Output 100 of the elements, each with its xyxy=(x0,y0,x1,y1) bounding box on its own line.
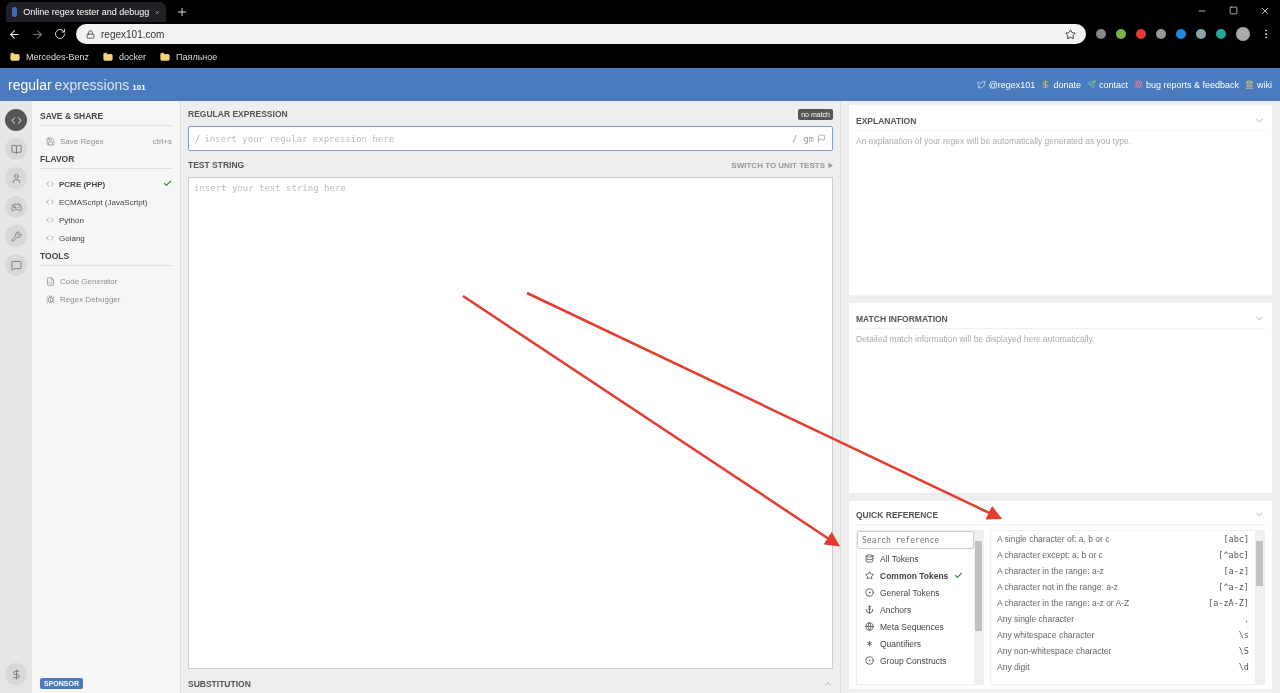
bank-icon[interactable] xyxy=(1245,80,1254,89)
token-description[interactable]: Any digit xyxy=(997,662,1030,672)
search-field[interactable]: Search reference xyxy=(857,531,974,549)
token-description[interactable]: A character in the range: a-z or A-Z xyxy=(997,598,1130,608)
browser-tab[interactable]: Online regex tester and debugg xyxy=(6,2,166,22)
code-icon xyxy=(46,198,54,206)
section-title: REGULAR EXPRESSION xyxy=(188,109,288,119)
token-description[interactable]: Any whitespace character xyxy=(997,630,1095,640)
category-item[interactable]: Anchors xyxy=(880,604,912,615)
bookmark[interactable]: docker xyxy=(119,52,147,62)
target-icon xyxy=(865,656,874,665)
globe-icon xyxy=(865,622,874,631)
category-item[interactable]: Meta Sequences xyxy=(880,621,944,632)
token-description[interactable]: Any non-whitespace character xyxy=(997,646,1112,656)
code-icon xyxy=(46,234,54,242)
address-bar[interactable]: regex101.com xyxy=(76,24,1086,44)
bird-icon[interactable] xyxy=(976,80,986,89)
flavor-item[interactable]: ECMAScript (JavaScript) xyxy=(59,197,148,207)
check-icon xyxy=(954,571,964,580)
chat-icon xyxy=(10,259,22,271)
token-description[interactable]: A single character of: a, b or c xyxy=(997,534,1110,544)
database-icon xyxy=(865,554,874,563)
bookmark-star-icon[interactable] xyxy=(1065,28,1076,40)
rail-button[interactable] xyxy=(5,109,27,131)
site-logo[interactable]: regular expressions 101 xyxy=(8,76,146,93)
star-icon xyxy=(865,571,874,580)
forward-icon[interactable] xyxy=(31,27,44,41)
category-item[interactable]: Group Constructs xyxy=(880,655,947,666)
card-title: MATCH INFORMATION xyxy=(856,313,948,324)
donate-button[interactable] xyxy=(5,663,27,685)
card-text: Detailed match information will be displayed here automatically. xyxy=(856,334,1096,344)
restore-icon[interactable] xyxy=(1229,6,1238,15)
section-title: SAVE & SHARE xyxy=(40,111,172,126)
token-code: \s xyxy=(1238,630,1249,640)
delimiter: / xyxy=(195,133,201,144)
url-text: regex101.com xyxy=(101,28,165,40)
token-code: [a-zA-Z] xyxy=(1208,598,1249,608)
token-description[interactable]: A character in the range: a-z xyxy=(997,566,1104,576)
token-code: . xyxy=(1243,614,1249,624)
card-title: QUICK REFERENCE xyxy=(856,509,939,520)
category-item[interactable]: All Tokens xyxy=(880,553,919,564)
token-description[interactable]: A character except: a, b or c xyxy=(997,550,1103,560)
bug-icon xyxy=(46,294,55,304)
folder-icon xyxy=(103,52,114,62)
paper-plane-icon[interactable] xyxy=(1086,80,1096,89)
close-icon[interactable] xyxy=(1260,6,1270,16)
token-code: [a-z] xyxy=(1223,566,1249,576)
flavor-item[interactable]: PCRE (PHP) xyxy=(59,179,106,189)
gamepad-icon xyxy=(10,201,22,213)
folder-icon xyxy=(10,52,20,62)
token-code: [^abc] xyxy=(1218,550,1249,560)
file-icon xyxy=(46,276,55,286)
rail-button[interactable] xyxy=(5,196,27,218)
folder-icon xyxy=(160,52,171,62)
favicon-icon xyxy=(12,7,18,17)
code-icon xyxy=(46,216,54,224)
token-code: \S xyxy=(1238,646,1249,656)
token-description[interactable]: A character not in the range: a-z xyxy=(997,582,1118,592)
token-description[interactable]: Any single character xyxy=(997,614,1074,624)
caret-icon xyxy=(828,162,833,168)
header-link[interactable]: contact xyxy=(1098,79,1128,90)
reload-icon[interactable] xyxy=(54,28,66,40)
regex-placeholder: insert your regular expression here xyxy=(204,133,395,144)
bookmark[interactable]: Паяльное xyxy=(176,52,218,62)
section-title: FLAVOR xyxy=(40,154,172,169)
header-link[interactable]: bug reports & feedback xyxy=(1145,79,1239,90)
asterisk-icon xyxy=(865,639,874,648)
section-title: TOOLS xyxy=(40,251,172,266)
new-tab-icon[interactable] xyxy=(176,6,188,18)
dollar-icon xyxy=(10,668,22,680)
anchor-icon xyxy=(865,605,874,614)
category-item[interactable]: General Tokens xyxy=(880,587,940,598)
rail-button[interactable] xyxy=(5,254,27,276)
header-link[interactable]: @regex101 xyxy=(988,79,1036,90)
user-icon xyxy=(10,172,22,184)
code-icon xyxy=(10,114,22,126)
code-icon xyxy=(46,180,54,188)
card-title: EXPLANATION xyxy=(856,115,917,126)
header-link[interactable]: wiki xyxy=(1257,79,1272,90)
save-icon xyxy=(46,136,55,146)
flag-icon[interactable] xyxy=(817,134,826,143)
profile-avatar[interactable] xyxy=(1236,27,1250,41)
flavor-item[interactable]: Golang xyxy=(59,233,85,243)
token-code: [^a-z] xyxy=(1218,582,1249,592)
target-icon xyxy=(865,588,874,597)
book-icon xyxy=(10,143,22,155)
category-item[interactable]: Common Tokens xyxy=(880,570,949,581)
rail-button[interactable] xyxy=(5,138,27,160)
lock-icon xyxy=(86,29,95,39)
flavor-item[interactable]: Python xyxy=(59,215,84,225)
wrench-icon xyxy=(10,230,22,242)
back-icon[interactable] xyxy=(8,27,21,41)
bug-icon[interactable] xyxy=(1133,80,1143,89)
check-icon xyxy=(163,178,172,188)
scrollbar[interactable] xyxy=(1255,531,1264,684)
bookmark[interactable]: Mercedes-Benz xyxy=(26,52,90,62)
header-link[interactable]: donate xyxy=(1053,79,1081,90)
dollar-icon[interactable] xyxy=(1041,80,1051,89)
category-item[interactable]: Quantifiers xyxy=(880,638,922,649)
scrollbar[interactable] xyxy=(974,531,983,684)
